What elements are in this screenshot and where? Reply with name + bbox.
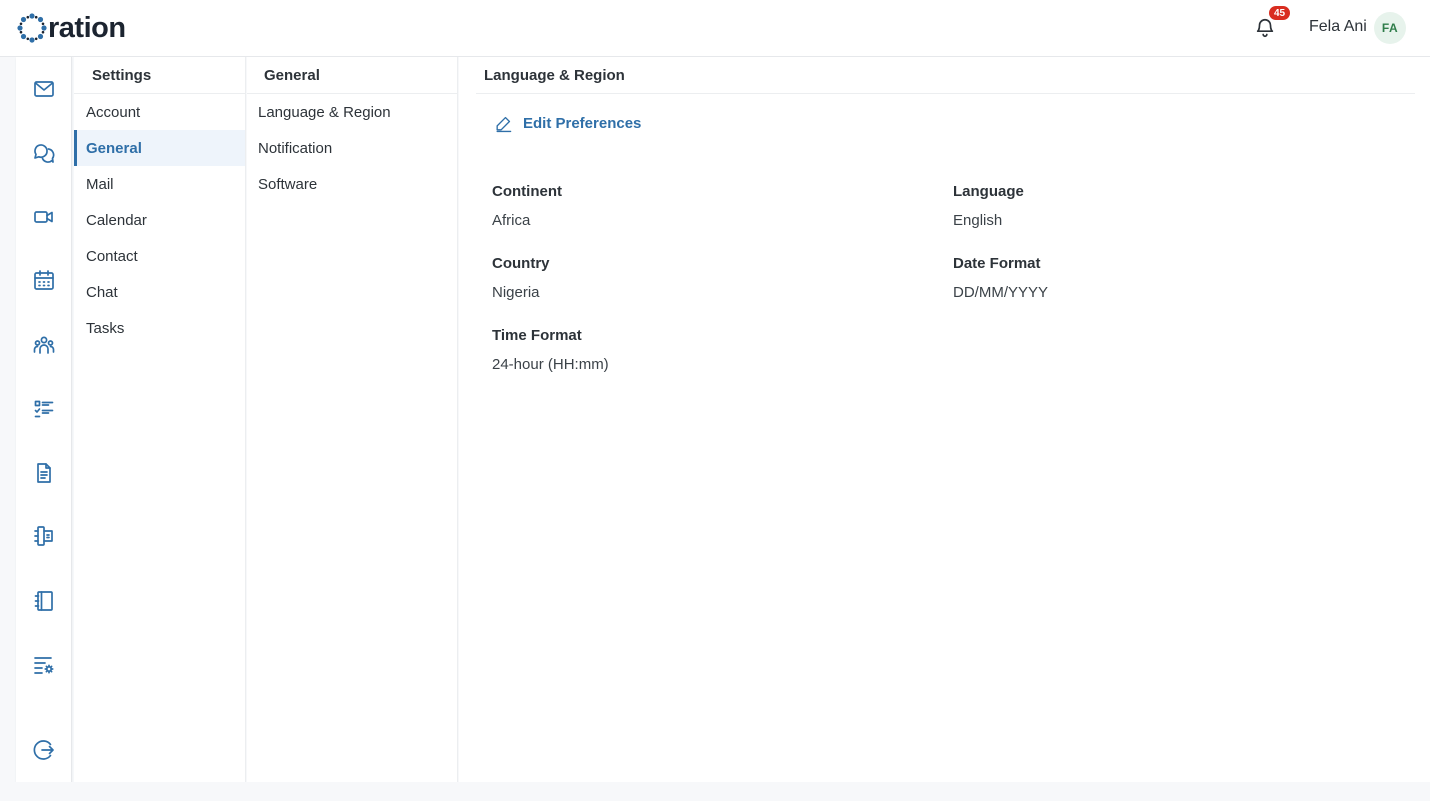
general-subnav-column: General Language & Region Notification S… — [247, 57, 458, 782]
logo-text: ration — [48, 11, 126, 44]
notification-count-badge: 45 — [1268, 5, 1292, 21]
continent-field: Continent Africa — [492, 183, 562, 229]
settings-list-icon — [34, 657, 54, 674]
edit-preferences-button[interactable]: Edit Preferences — [494, 114, 641, 133]
country-field: Country Nigeria — [492, 255, 550, 301]
continent-label: Continent — [492, 183, 562, 200]
logout-button[interactable] — [32, 738, 56, 762]
chat-icon — [34, 144, 55, 163]
book-icon — [34, 591, 53, 611]
top-bar: ration 45 Fela Ani FA — [0, 0, 1430, 57]
app-icon-rail — [16, 57, 72, 782]
app-logo[interactable]: ration — [16, 11, 126, 45]
time-format-field: Time Format 24-hour (HH:mm) — [492, 327, 609, 373]
calendar-nav-button[interactable] — [32, 268, 56, 292]
page-footer-strip — [0, 782, 1430, 801]
main-content: Language & Region Edit Preferences Conti… — [459, 57, 1430, 782]
general-column-title: General — [247, 57, 457, 94]
language-field: Language English — [953, 183, 1024, 229]
date-format-value: DD/MM/YYYY — [953, 284, 1049, 301]
chat-nav-button[interactable] — [32, 141, 56, 165]
tasks-nav-button[interactable] — [32, 397, 56, 421]
settings-nav-list: Account General Mail Calendar Contact Ch… — [74, 94, 245, 346]
mail-nav-button[interactable] — [32, 77, 56, 101]
settings-nav-item-general[interactable]: General — [74, 130, 245, 166]
time-format-label: Time Format — [492, 327, 582, 344]
language-label: Language — [953, 183, 1024, 200]
subnav-item-software[interactable]: Software — [247, 166, 457, 202]
user-avatar[interactable]: FA — [1374, 12, 1406, 44]
documents-nav-button[interactable] — [32, 461, 56, 485]
tasks-icon — [34, 400, 54, 418]
contacts-icon — [33, 336, 55, 354]
settings-nav-item-account[interactable]: Account — [74, 94, 245, 130]
settings-nav-item-tasks[interactable]: Tasks — [74, 310, 245, 346]
settings-nav-item-chat[interactable]: Chat — [74, 274, 245, 310]
date-format-label: Date Format — [953, 255, 1041, 272]
video-nav-button[interactable] — [32, 205, 56, 229]
page-title: Language & Region — [476, 57, 1415, 94]
contacts-nav-button[interactable] — [32, 333, 56, 357]
edit-preferences-label: Edit Preferences — [523, 115, 642, 132]
notebook-nav-button[interactable] — [32, 524, 56, 548]
settings-nav-item-calendar[interactable]: Calendar — [74, 202, 245, 238]
subnav-item-notification[interactable]: Notification — [247, 130, 457, 166]
country-value: Nigeria — [492, 284, 540, 301]
logout-icon — [33, 740, 54, 760]
user-name[interactable]: Fela Ani — [1309, 18, 1367, 36]
language-value: English — [953, 212, 1003, 229]
time-format-value: 24-hour (HH:mm) — [492, 356, 609, 373]
notebook-icon — [34, 526, 53, 546]
continent-value: Africa — [492, 212, 531, 229]
settings-column-title: Settings — [74, 57, 245, 94]
mail-icon — [34, 81, 54, 97]
calendar-icon — [34, 270, 54, 290]
pencil-icon — [496, 116, 512, 133]
logo-mark-icon — [17, 13, 47, 43]
settings-nav-button[interactable] — [32, 653, 56, 677]
journal-nav-button[interactable] — [32, 589, 56, 613]
country-label: Country — [492, 255, 550, 272]
settings-nav-item-mail[interactable]: Mail — [74, 166, 245, 202]
video-icon — [34, 211, 53, 223]
settings-nav-column: Settings Account General Mail Calendar C… — [74, 57, 246, 782]
subnav-item-language-region[interactable]: Language & Region — [247, 94, 457, 130]
date-format-field: Date Format DD/MM/YYYY — [953, 255, 1048, 301]
general-subnav-list: Language & Region Notification Software — [247, 94, 457, 202]
settings-nav-item-contact[interactable]: Contact — [74, 238, 245, 274]
document-icon — [37, 463, 51, 483]
